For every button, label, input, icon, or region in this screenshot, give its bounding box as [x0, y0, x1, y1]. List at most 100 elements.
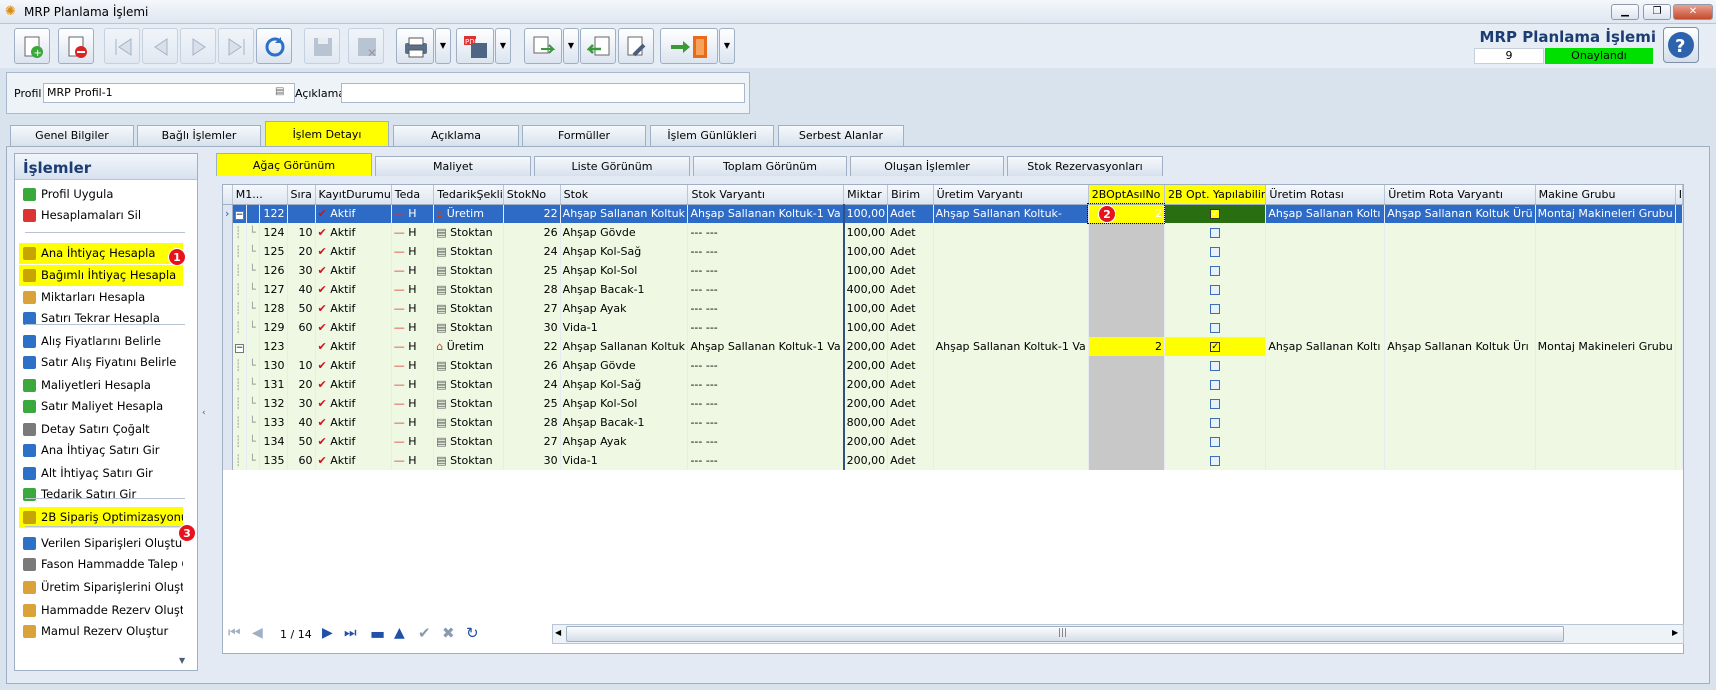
nav-delete-icon[interactable]: ▬ [370, 624, 385, 643]
stok-varyanti-cell[interactable]: --- --- [687, 356, 845, 375]
subtab-liste-gorunum[interactable]: Liste Görünüm [534, 156, 690, 176]
miktar-cell[interactable]: 100,00 [843, 242, 889, 261]
birim-cell[interactable]: Adet [887, 280, 934, 299]
stokno-cell[interactable]: 30 [503, 318, 561, 337]
miktar-cell[interactable]: 100,00 [843, 223, 889, 242]
kayit-durumu-cell[interactable]: ✔ Aktif [315, 280, 392, 299]
tedarik-sekli-cell[interactable]: ▤ Stoktan [433, 413, 504, 432]
stok-cell[interactable]: Ahşap Kol-Sağ [560, 375, 689, 394]
teda-cell[interactable]: — H [391, 451, 435, 470]
sidebar-item[interactable]: Tedarik Satırı Gir [19, 484, 183, 505]
uretim-rotasi-cell[interactable] [1265, 261, 1386, 280]
next-record-button[interactable] [180, 28, 216, 64]
stok-varyanti-cell[interactable]: Ahşap Sallanan Koltuk-1 Va [687, 204, 845, 223]
sira-cell[interactable] [287, 337, 316, 356]
opt-yapilabilir-cell[interactable] [1164, 413, 1267, 432]
teda-cell[interactable]: — H [391, 318, 435, 337]
miktar-cell[interactable]: 200,00 [843, 356, 889, 375]
column-header[interactable]: Sıra [287, 185, 316, 205]
column-header[interactable]: TedarikŞekli [433, 185, 504, 205]
sidebar-item[interactable]: Alt İhtiyaç Satırı Gir [19, 463, 183, 484]
nav-prev-icon[interactable]: ◀ [252, 625, 263, 641]
makine-grubu-cell[interactable] [1535, 242, 1676, 261]
new-button[interactable]: + [14, 28, 50, 64]
opt-yapilabilir-cell[interactable] [1164, 394, 1267, 413]
sidebar-item[interactable]: Bağımlı İhtiyaç Hesapla [19, 265, 183, 286]
m1-cell[interactable]: 130 [259, 356, 288, 375]
uretim-rota-varyanti-cell[interactable] [1384, 394, 1536, 413]
nav-refresh-icon[interactable]: ↻ [466, 624, 479, 642]
uretim-varyanti-cell[interactable] [933, 451, 1089, 470]
sidebar-item[interactable]: Hammadde Rezerv Oluştur [19, 600, 183, 621]
miktar-cell[interactable]: 200,00 [843, 451, 889, 470]
m1-cell[interactable]: 129 [259, 318, 288, 337]
opt-asil-no-cell[interactable] [1088, 451, 1165, 470]
tree-line[interactable]: └ [246, 280, 261, 299]
uretim-rotasi-cell[interactable] [1265, 451, 1386, 470]
uretim-rotasi-cell[interactable] [1265, 432, 1386, 451]
miktar-cell[interactable]: 100,00 [843, 318, 889, 337]
sidebar-item[interactable]: Verilen Siparişleri Oluştur [19, 533, 183, 554]
extra-cell[interactable] [1675, 432, 1683, 451]
birim-cell[interactable]: Adet [887, 242, 934, 261]
stok-cell[interactable]: Ahşap Bacak-1 [560, 413, 689, 432]
transfer-button[interactable] [524, 28, 562, 64]
birim-cell[interactable]: Adet [887, 337, 934, 356]
save-button[interactable] [304, 28, 340, 64]
row-indicator[interactable] [223, 299, 233, 318]
opt-yapilabilir-cell[interactable] [1164, 223, 1267, 242]
stok-cell[interactable]: Ahşap Kol-Sağ [560, 242, 689, 261]
table-row[interactable]: ┊ └ 134 50 ✔ Aktif — H ▤ Stoktan 27 Ahşap Ayak --… [223, 432, 1683, 451]
kayit-durumu-cell[interactable]: ✔ Aktif [315, 394, 392, 413]
import-button[interactable] [580, 28, 616, 64]
tedarik-sekli-cell[interactable]: ▤ Stoktan [433, 432, 504, 451]
stokno-cell[interactable]: 24 [503, 375, 561, 394]
makine-grubu-cell[interactable] [1535, 280, 1676, 299]
opt-asil-no-cell[interactable] [1088, 223, 1165, 242]
opt-yapilabilir-cell[interactable] [1164, 318, 1267, 337]
makine-grubu-cell[interactable] [1535, 261, 1676, 280]
kayit-durumu-cell[interactable]: ✔ Aktif [315, 318, 392, 337]
tedarik-sekli-cell[interactable]: ⌂ Üretim [433, 337, 504, 356]
row-indicator[interactable] [223, 356, 233, 375]
tedarik-sekli-cell[interactable]: ▤ Stoktan [433, 261, 504, 280]
last-record-button[interactable] [218, 28, 254, 64]
kayit-durumu-cell[interactable]: ✔ Aktif [315, 261, 392, 280]
sidebar-item[interactable]: Satırı Tekrar Hesapla [19, 308, 183, 329]
uretim-varyanti-cell[interactable] [933, 432, 1089, 451]
column-header[interactable]: Üretim Varyantı [933, 185, 1089, 205]
uretim-varyanti-cell[interactable]: Ahşap Sallanan Koltuk- [933, 204, 1089, 223]
first-record-button[interactable] [104, 28, 140, 64]
extra-cell[interactable] [1675, 280, 1683, 299]
sidebar-item[interactable]: Mamul Rezerv Oluştur [19, 621, 183, 642]
exit-dropdown[interactable]: ▼ [719, 28, 735, 64]
collapse-sidebar-icon[interactable]: ‹ [202, 408, 206, 418]
miktar-cell[interactable]: 100,00 [843, 261, 889, 280]
stok-varyanti-cell[interactable]: --- --- [687, 318, 845, 337]
sira-cell[interactable]: 40 [287, 280, 316, 299]
kayit-durumu-cell[interactable]: ✔ Aktif [315, 356, 392, 375]
uretim-rotasi-cell[interactable] [1265, 242, 1386, 261]
m1-cell[interactable]: 123 [259, 337, 288, 356]
tree-line[interactable]: ┊ [232, 299, 248, 318]
stokno-cell[interactable]: 28 [503, 280, 561, 299]
opt-yapilabilir-cell[interactable] [1164, 261, 1267, 280]
subtab-maliyet[interactable]: Maliyet [375, 156, 531, 176]
subtab-toplam-gorunum[interactable]: Toplam Görünüm [693, 156, 847, 176]
opt-asil-no-cell[interactable] [1088, 356, 1165, 375]
teda-cell[interactable]: — H [391, 261, 435, 280]
kayit-durumu-cell[interactable]: ✔ Aktif [315, 299, 392, 318]
tree-line[interactable]: ┊ [232, 356, 248, 375]
tree-line[interactable]: └ [246, 375, 261, 394]
row-indicator[interactable] [223, 451, 233, 470]
table-row[interactable]: ┊ └ 129 60 ✔ Aktif — H ▤ Stoktan 30 Vida-1 --- --… [223, 318, 1683, 337]
teda-cell[interactable]: — H [391, 280, 435, 299]
miktar-cell[interactable]: 400,00 [843, 280, 889, 299]
uretim-rotasi-cell[interactable] [1265, 375, 1386, 394]
sira-cell[interactable]: 60 [287, 318, 316, 337]
profile-field[interactable]: MRP Profil-1 [43, 83, 295, 103]
tedarik-sekli-cell[interactable]: ▤ Stoktan [433, 394, 504, 413]
birim-cell[interactable]: Adet [887, 413, 934, 432]
uretim-varyanti-cell[interactable] [933, 413, 1089, 432]
description-field[interactable] [341, 83, 745, 103]
